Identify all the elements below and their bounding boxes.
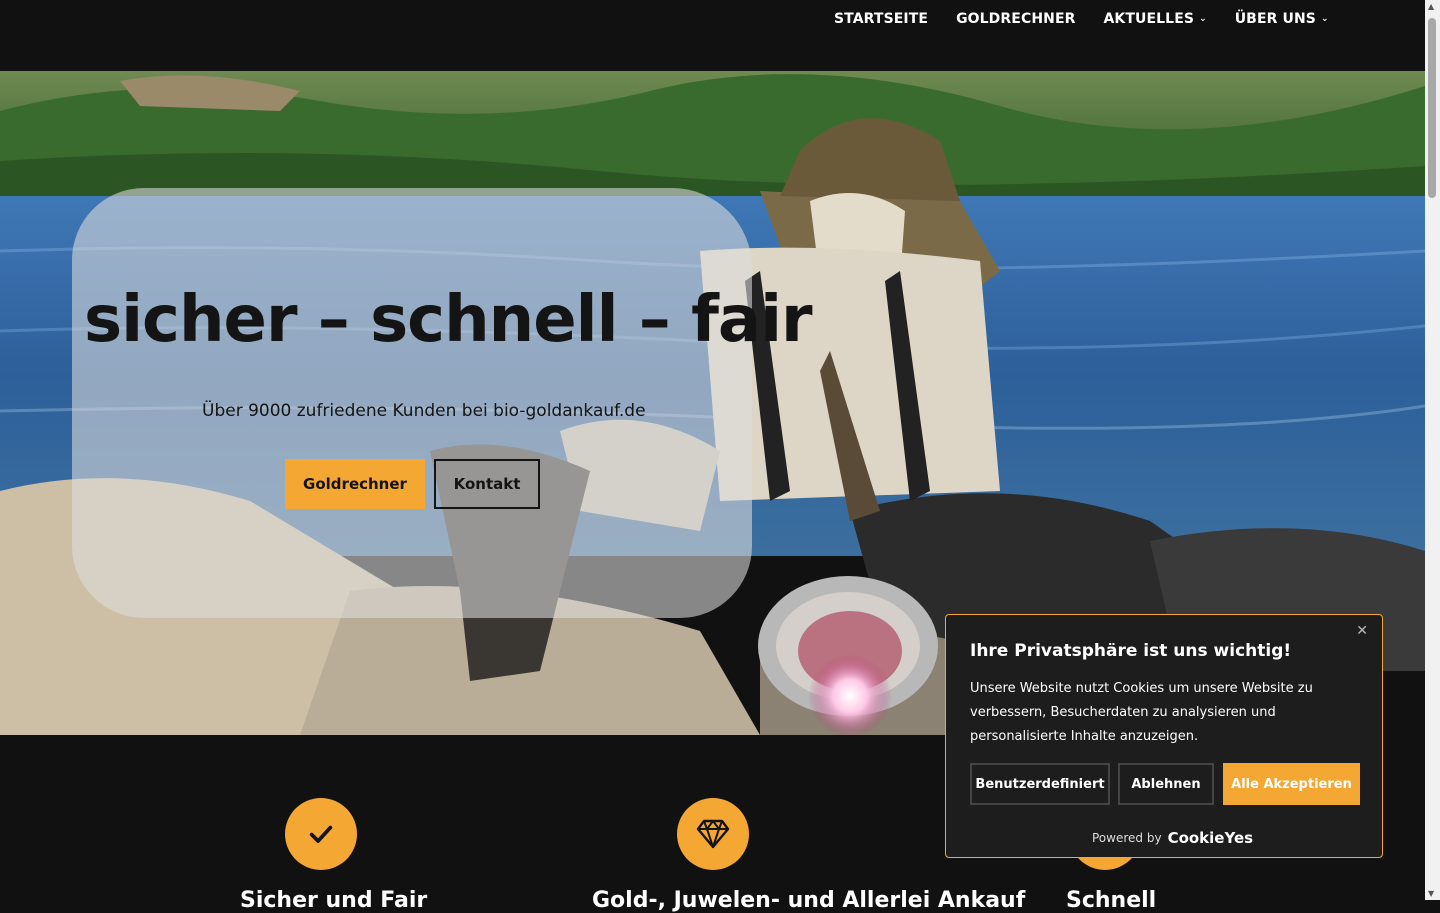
feature-title: Gold-, Juwelen- und Allerlei Ankauf: [592, 888, 1026, 913]
customize-button[interactable]: Benutzerdefiniert: [970, 763, 1110, 805]
scroll-down-arrow-icon[interactable]: ▼: [1428, 889, 1434, 898]
scroll-up-arrow-icon[interactable]: ▲: [1428, 2, 1434, 11]
hero-headline: sicher – schnell – fair: [84, 283, 813, 357]
goldrechner-button[interactable]: Goldrechner: [285, 459, 425, 509]
reject-button[interactable]: Ablehnen: [1118, 763, 1214, 805]
chevron-down-icon: ⌄: [1320, 14, 1329, 24]
cookie-banner: ✕ Ihre Privatsphäre ist uns wichtig! Uns…: [945, 614, 1383, 858]
feature-title: Schnell: [1066, 888, 1157, 913]
cookieyes-logo[interactable]: CookieYes: [1168, 829, 1254, 847]
close-icon[interactable]: ✕: [1356, 623, 1368, 639]
page-scrollbar[interactable]: ▲ ▼: [1425, 0, 1440, 900]
hero-subline: Über 9000 zufriedene Kunden bei bio-gold…: [202, 401, 646, 421]
main-nav: STARTSEITE GOLDRECHNER AKTUELLES ⌄ ÜBER …: [834, 11, 1329, 27]
accept-all-button[interactable]: Alle Akzeptieren: [1223, 763, 1360, 805]
nav-item-label: ÜBER UNS: [1234, 11, 1316, 27]
nav-item-label: STARTSEITE: [834, 11, 929, 27]
nav-item-label: AKTUELLES: [1103, 11, 1195, 27]
site-header: STARTSEITE GOLDRECHNER AKTUELLES ⌄ ÜBER …: [0, 0, 1425, 71]
nav-item-label: GOLDRECHNER: [956, 11, 1076, 27]
cookie-title: Ihre Privatsphäre ist uns wichtig!: [970, 641, 1292, 661]
diamond-icon: [696, 819, 730, 849]
scrollbar-thumb[interactable]: [1428, 18, 1436, 198]
cookie-text: Unsere Website nutzt Cookies um unsere W…: [970, 681, 1313, 744]
check-icon: [309, 825, 333, 843]
nav-item-aktuelles[interactable]: AKTUELLES ⌄: [1104, 11, 1207, 27]
nav-item-startseite[interactable]: STARTSEITE: [834, 11, 928, 27]
kontakt-button[interactable]: Kontakt: [434, 459, 540, 509]
powered-by: Powered by CookieYes: [1092, 829, 1253, 847]
feature-title: Sicher und Fair: [240, 888, 428, 913]
chevron-down-icon: ⌄: [1199, 14, 1207, 24]
nav-item-goldrechner[interactable]: GOLDRECHNER: [956, 11, 1075, 27]
powered-by-label: Powered by: [1092, 831, 1162, 845]
feature-check-circle: [285, 798, 357, 870]
feature-diamond-circle: [677, 798, 749, 870]
nav-item-ueber-uns[interactable]: ÜBER UNS ⌄: [1235, 11, 1329, 27]
